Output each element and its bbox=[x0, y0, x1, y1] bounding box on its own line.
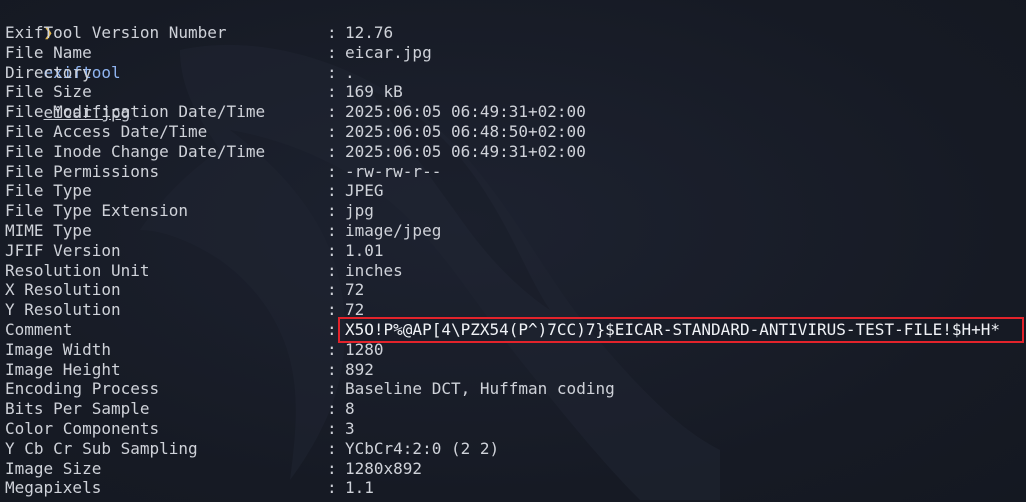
exif-key: Bits Per Sample bbox=[5, 399, 150, 419]
exif-value: 72 bbox=[345, 300, 365, 320]
exif-value: JPEG bbox=[345, 181, 384, 201]
exif-row: File Access Date/Time:2025:06:05 06:48:5… bbox=[5, 122, 1026, 142]
exif-key: Y Cb Cr Sub Sampling bbox=[5, 438, 198, 458]
terminal-window[interactable]: ❯ exiftool eicar.jpg ExifTool Version Nu… bbox=[0, 0, 1026, 502]
exif-row: Megapixels:1.1 bbox=[5, 478, 1026, 498]
exif-row: Encoding Process: Baseline DCT, Huffman c… bbox=[5, 379, 1026, 399]
exif-key: File Permissions bbox=[5, 161, 160, 181]
exif-separator: : bbox=[327, 201, 337, 221]
exif-key: MIME Type bbox=[5, 220, 92, 240]
exif-value: -rw-rw-r-- bbox=[345, 161, 442, 181]
exif-value: 8 bbox=[345, 399, 355, 419]
exif-key: Y Resolution bbox=[5, 300, 121, 320]
exif-row: Y Cb Cr Sub Sampling: YCbCr4:2:0 (2 2) bbox=[5, 439, 1026, 459]
exif-row: File Type: JPEG bbox=[5, 181, 1026, 201]
exif-separator: : bbox=[327, 478, 337, 498]
exif-key: Color Components bbox=[5, 418, 160, 438]
exif-row: File Modification Date/Time:2025:06:05 0… bbox=[5, 102, 1026, 122]
exif-row: File Name: eicar.jpg bbox=[5, 43, 1026, 63]
exif-value: . bbox=[345, 62, 355, 82]
exif-key: File Inode Change Date/Time bbox=[5, 141, 266, 161]
exif-key: ExifTool Version Number bbox=[5, 23, 227, 42]
exif-key: X Resolution bbox=[5, 280, 121, 300]
exif-separator: : bbox=[327, 121, 337, 141]
exif-separator: : bbox=[327, 23, 337, 42]
exif-key: File Type Extension bbox=[5, 201, 189, 221]
exif-output: ExifTool Version Number:12.76 File Name:… bbox=[5, 23, 1026, 498]
exif-value: Baseline DCT, Huffman coding bbox=[345, 379, 615, 399]
exif-key: Image Size bbox=[5, 458, 102, 478]
exif-row: JFIF Version:1.01 bbox=[5, 241, 1026, 261]
exif-key: Image Height bbox=[5, 359, 121, 379]
exif-separator: : bbox=[327, 102, 337, 122]
comment-value: X5O!P%@AP[4\PZX54(P^)7CC)7}$EICAR-STANDA… bbox=[345, 319, 1001, 339]
exif-separator: : bbox=[327, 82, 337, 102]
exif-separator: : bbox=[327, 161, 337, 181]
exif-separator: : bbox=[327, 300, 337, 320]
exif-value: 72 bbox=[345, 280, 365, 300]
exif-separator: : bbox=[327, 240, 337, 260]
exif-row: MIME Type: image/jpeg bbox=[5, 221, 1026, 241]
exif-row: Resolution Unit: inches bbox=[5, 261, 1026, 281]
exif-value: eicar.jpg bbox=[345, 42, 432, 62]
exif-value: 892 bbox=[345, 359, 374, 379]
exif-separator: : bbox=[327, 458, 337, 478]
exif-separator: : bbox=[327, 42, 337, 62]
exif-separator: : bbox=[327, 181, 337, 201]
exif-value: jpg bbox=[345, 201, 374, 221]
exif-separator: : bbox=[327, 280, 337, 300]
exif-key: File Type bbox=[5, 181, 92, 201]
exif-key: Encoding Process bbox=[5, 379, 160, 399]
exif-value: YCbCr4:2:0 (2 2) bbox=[345, 438, 500, 458]
exif-row: Y Resolution:72 bbox=[5, 300, 1026, 320]
exif-row: ExifTool Version Number:12.76 bbox=[5, 23, 1026, 43]
exif-row: File Type Extension: jpg bbox=[5, 201, 1026, 221]
exif-separator: : bbox=[327, 399, 337, 419]
exif-row: X Resolution:72 bbox=[5, 280, 1026, 300]
exif-row: Image Width:1280 bbox=[5, 340, 1026, 360]
exif-value: 1.1 bbox=[345, 478, 374, 498]
exif-row: File Permissions: -rw-rw-r-- bbox=[5, 162, 1026, 182]
exif-row: Image Height:892 bbox=[5, 360, 1026, 380]
exif-separator: : bbox=[327, 141, 337, 161]
exif-value: image/jpeg bbox=[345, 220, 442, 240]
exif-value: 1280 bbox=[345, 339, 384, 359]
exif-separator: : bbox=[327, 359, 337, 379]
shell-prompt: ❯ exiftool eicar.jpg bbox=[5, 3, 131, 122]
exif-key: JFIF Version bbox=[5, 240, 121, 260]
exif-separator: : bbox=[327, 438, 337, 458]
exif-key: Comment bbox=[5, 319, 73, 339]
exif-key: File Size bbox=[5, 82, 92, 102]
exif-value: 12.76 bbox=[345, 23, 394, 42]
exif-key: Megapixels bbox=[5, 478, 102, 498]
exif-key: Resolution Unit bbox=[5, 260, 150, 280]
exif-separator: : bbox=[327, 260, 337, 280]
exif-value: 2025:06:05 06:48:50+02:00 bbox=[345, 121, 586, 141]
exif-separator: : bbox=[327, 418, 337, 438]
exif-row: Color Components:3 bbox=[5, 419, 1026, 439]
exif-value: 3 bbox=[345, 418, 355, 438]
exif-value: 1280x892 bbox=[345, 458, 423, 478]
exif-key: File Name bbox=[5, 42, 92, 62]
exif-separator: : bbox=[327, 319, 337, 339]
exif-separator: : bbox=[327, 62, 337, 82]
exif-value: 169 kB bbox=[345, 82, 403, 102]
exif-separator: : bbox=[327, 220, 337, 240]
exif-value: 1.01 bbox=[345, 240, 384, 260]
exif-row: Directory:. bbox=[5, 63, 1026, 83]
exif-row: Image Size:1280x892 bbox=[5, 459, 1026, 479]
exif-key: File Modification Date/Time bbox=[5, 102, 266, 122]
exif-row: File Size:169 kB bbox=[5, 82, 1026, 102]
exif-value: 2025:06:05 06:49:31+02:00 bbox=[345, 141, 586, 161]
exif-row: Bits Per Sample:8 bbox=[5, 399, 1026, 419]
exif-separator: : bbox=[327, 339, 337, 359]
exif-separator: : bbox=[327, 379, 337, 399]
exif-key: Image Width bbox=[5, 339, 111, 359]
exif-key: Directory bbox=[5, 62, 92, 82]
exif-row: File Inode Change Date/Time:2025:06:05 0… bbox=[5, 142, 1026, 162]
exif-value: 2025:06:05 06:49:31+02:00 bbox=[345, 102, 586, 122]
exif-key: File Access Date/Time bbox=[5, 121, 208, 141]
exif-value: inches bbox=[345, 260, 403, 280]
exif-row-comment: Comment: X5O!P%@AP[4\PZX54(P^)7CC)7}$EICA… bbox=[5, 320, 1026, 340]
